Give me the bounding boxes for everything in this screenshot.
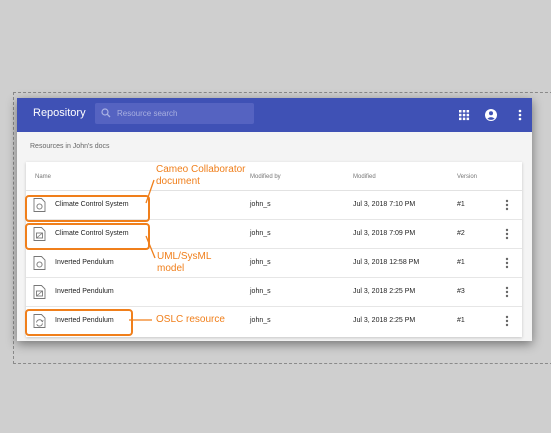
annotation-uml-line2: model — [157, 263, 185, 274]
callout-connector-lines — [129, 179, 156, 321]
annotation-uml-line1: UML/SysML — [157, 251, 212, 262]
annotation-collaborator-document: Cameo Collaborator document — [156, 164, 246, 188]
annotation-oslc-resource: OSLC resource — [156, 314, 225, 325]
annotation-uml-model: UML/SysML model — [157, 251, 211, 275]
annotation-collaborator-line1: Cameo Collaborator — [156, 164, 246, 175]
annotation-collaborator-line2: document — [156, 176, 200, 187]
